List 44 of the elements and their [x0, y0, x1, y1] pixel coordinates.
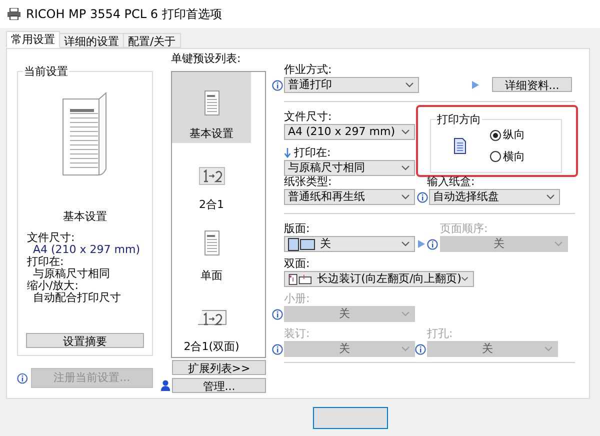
preset-label: 2合1(双面) — [184, 338, 240, 354]
field-label: 打印在: — [294, 144, 331, 161]
preset-item[interactable]: 基本设置 — [172, 72, 251, 143]
window-title: RICOH MP 3554 PCL 6 打印首选项 — [26, 6, 222, 23]
detail-value: 与原稿尺寸相同 — [33, 268, 111, 280]
summary-button[interactable]: 设置摘要 — [26, 333, 144, 348]
detail-value: 自动配合打印尺寸 — [33, 292, 122, 304]
preset-name: 基本设置 — [63, 209, 107, 225]
preset-item[interactable]: 2合1(双面) — [172, 285, 251, 356]
list-title: 单键预设列表: — [171, 55, 241, 63]
radio-label[interactable]: 纵向 — [503, 127, 525, 144]
field-label: 输入纸盒: — [427, 174, 475, 190]
preset-label: 2合1 — [199, 196, 224, 212]
preset-label: 单面 — [200, 268, 222, 284]
preset-item[interactable]: 2合1 — [172, 143, 251, 214]
field-label: 作业方式: — [284, 62, 332, 78]
manage-button[interactable]: 管理... — [172, 378, 266, 393]
dropdown[interactable]: 普通打印 — [284, 77, 419, 93]
detail-label: 打印在: — [27, 256, 65, 268]
field-label: 装订: — [284, 326, 310, 342]
dropdown[interactable]: 长边装订(向左翻页/向上翻页) — [284, 271, 474, 287]
expand-list-button[interactable]: 扩展列表>> — [172, 360, 266, 375]
detail-label: 文件尺寸: — [27, 232, 76, 244]
tab[interactable]: 配置/关于 — [124, 33, 181, 48]
detail-value: A4 (210 x 297 mm) — [32, 244, 140, 256]
field-label: 小册: — [284, 290, 310, 307]
dropdown[interactable]: 自动选择纸盘 — [429, 189, 560, 205]
field-label: 页面顺序: — [440, 220, 488, 237]
details-button[interactable]: 详细资料... — [492, 77, 572, 92]
field-label: 纸张类型: — [284, 174, 332, 190]
radio-label[interactable]: 横向 — [503, 148, 525, 165]
preset-item[interactable]: 单面 — [172, 214, 251, 285]
field-label: 双面: — [284, 256, 310, 272]
field-label: 文件尺寸: — [284, 108, 332, 125]
field-label: 打孔: — [427, 326, 453, 342]
field-label: 版面: — [284, 220, 310, 237]
detail-label: 缩小/放大: — [27, 280, 78, 292]
dropdown[interactable]: 普通纸和再生纸 — [284, 189, 415, 205]
tab[interactable]: 详细的设置 — [60, 33, 124, 48]
dropdown[interactable]: 与原稿尺寸相同 — [284, 160, 415, 176]
dropdown[interactable]: A4 (210 x 297 mm) — [284, 124, 415, 140]
preset-label: 基本设置 — [190, 126, 234, 142]
tab[interactable]: 常用设置 — [6, 31, 60, 48]
dropdown[interactable]: 关 — [284, 236, 415, 252]
